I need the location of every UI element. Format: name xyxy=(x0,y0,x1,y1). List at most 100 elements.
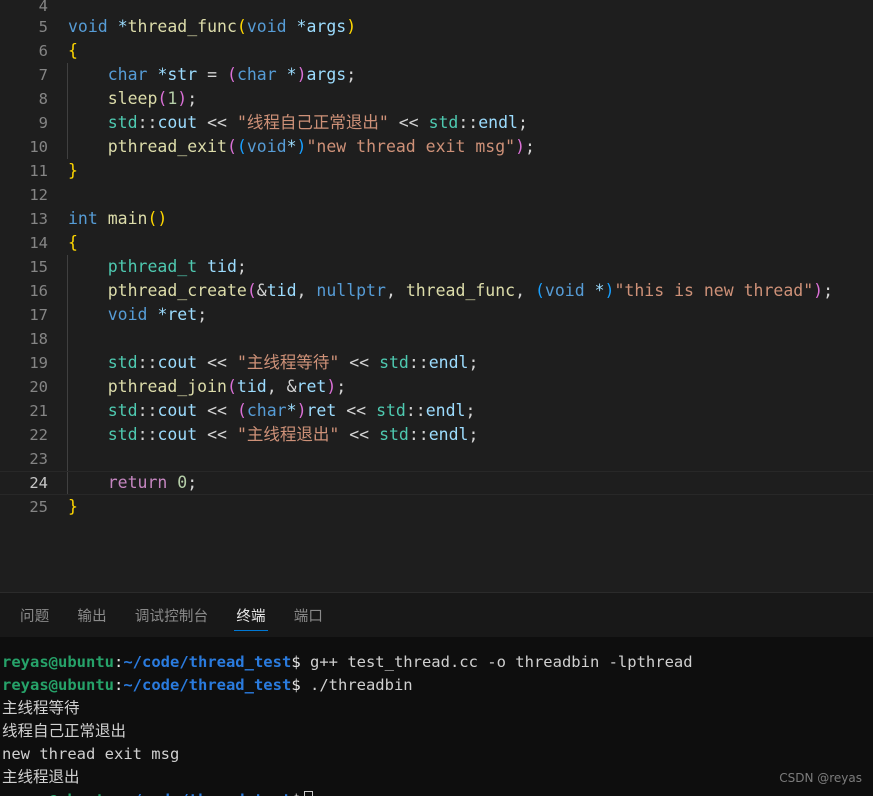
code-line[interactable]: 18 xyxy=(0,327,873,351)
terminal-output[interactable]: reyas@ubuntu:~/code/thread_test$ g++ tes… xyxy=(0,637,873,796)
code-line[interactable]: 17 void *ret; xyxy=(0,303,873,327)
terminal-path: ~/code/thread_test xyxy=(123,791,291,796)
code-line-current[interactable]: 24 return 0; xyxy=(0,471,873,495)
line-number: 22 xyxy=(29,426,48,444)
line-number: 9 xyxy=(38,114,48,132)
terminal-output-line: 主线程等待 xyxy=(2,699,80,717)
line-number: 16 xyxy=(29,282,48,300)
line-content: std::cout << "线程自己正常退出" << std::endl; xyxy=(107,113,528,132)
line-number: 24 xyxy=(29,474,48,492)
tab-debug-console[interactable]: 调试控制台 xyxy=(121,593,223,637)
line-content: { xyxy=(68,41,78,60)
line-number: 18 xyxy=(29,330,48,348)
line-number: 5 xyxy=(38,18,48,36)
line-content: char *str = (char *)args; xyxy=(107,65,357,84)
line-content: std::cout << "主线程退出" << std::endl; xyxy=(107,425,479,444)
tab-label: 输出 xyxy=(77,608,107,625)
code-editor[interactable]: 4 5 void *thread_func(void *args) 6 { 7 … xyxy=(0,0,873,592)
line-content: std::cout << "主线程等待" << std::endl; xyxy=(107,353,479,372)
panel-tab-bar[interactable]: 问题 输出 调试控制台 终端 端口 xyxy=(0,593,873,637)
code-line[interactable]: 6 { xyxy=(0,39,873,63)
bottom-panel: 问题 输出 调试控制台 终端 端口 reyas@ubuntu:~/code/th… xyxy=(0,592,873,796)
tab-active-underline xyxy=(234,629,268,631)
line-number: 4 xyxy=(38,0,48,15)
line-number: 8 xyxy=(38,90,48,108)
code-line[interactable]: 11 } xyxy=(0,159,873,183)
code-line[interactable]: 25 } xyxy=(0,495,873,519)
line-number: 21 xyxy=(29,402,48,420)
line-content: sleep(1); xyxy=(107,89,198,108)
terminal-colon: : xyxy=(113,653,124,671)
line-number: 7 xyxy=(38,66,48,84)
terminal-colon: : xyxy=(114,791,123,796)
line-content: std::cout << (char*)ret << std::endl; xyxy=(107,401,476,420)
line-content: int main() xyxy=(68,209,168,228)
code-line[interactable]: 13 int main() xyxy=(0,207,873,231)
code-lines-container[interactable]: 4 5 void *thread_func(void *args) 6 { 7 … xyxy=(0,0,873,519)
terminal-prompt-line: reyas@ubuntu:~/code/thread_test$ ./threa… xyxy=(2,674,873,697)
code-line[interactable]: 14 { xyxy=(0,231,873,255)
line-content: return 0; xyxy=(107,473,198,492)
terminal-user-host: reyas@ubuntu xyxy=(2,676,114,694)
line-number: 6 xyxy=(38,42,48,60)
line-content: } xyxy=(68,497,78,516)
terminal-path: ~/code/thread_test xyxy=(123,676,292,694)
code-line[interactable]: 15 pthread_t tid; xyxy=(0,255,873,279)
terminal-dollar: $ xyxy=(291,791,300,796)
terminal-output-line: 主线程退出 xyxy=(2,768,80,786)
code-line[interactable]: 20 pthread_join(tid, &ret); xyxy=(0,375,873,399)
code-line[interactable]: 7 char *str = (char *)args; xyxy=(0,63,873,87)
terminal-user-host: reyas@ubuntu xyxy=(2,791,114,796)
line-number: 12 xyxy=(29,186,48,204)
line-number: 20 xyxy=(29,378,48,396)
code-line[interactable]: 10 pthread_exit((void*)"new thread exit … xyxy=(0,135,873,159)
tab-label: 问题 xyxy=(20,608,50,625)
terminal-prompt-line-active[interactable]: reyas@ubuntu:~/code/thread_test$ xyxy=(2,789,873,796)
terminal-output-line: new thread exit msg xyxy=(2,745,180,763)
code-line[interactable]: 4 xyxy=(0,0,873,15)
tab-terminal[interactable]: 终端 xyxy=(222,593,279,637)
line-number: 25 xyxy=(29,498,48,516)
line-content: pthread_t tid; xyxy=(107,257,247,276)
line-content: pthread_create(&tid, nullptr, thread_fun… xyxy=(107,281,834,300)
vscode-window: 4 5 void *thread_func(void *args) 6 { 7 … xyxy=(0,0,873,796)
terminal-path: ~/code/thread_test xyxy=(123,653,292,671)
tab-label: 端口 xyxy=(293,608,324,625)
terminal-command: g++ test_thread.cc -o threadbin -lpthrea… xyxy=(300,653,693,671)
tab-label: 调试控制台 xyxy=(134,608,209,625)
code-line[interactable]: 12 xyxy=(0,183,873,207)
line-number: 11 xyxy=(29,162,48,180)
line-content: pthread_join(tid, &ret); xyxy=(107,377,347,396)
line-content: void *ret; xyxy=(107,305,208,324)
code-line[interactable]: 23 xyxy=(0,447,873,471)
code-line[interactable]: 19 std::cout << "主线程等待" << std::endl; xyxy=(0,351,873,375)
code-line[interactable]: 16 pthread_create(&tid, nullptr, thread_… xyxy=(0,279,873,303)
tab-output[interactable]: 输出 xyxy=(63,593,120,637)
terminal-cursor xyxy=(303,791,313,796)
terminal-user-host: reyas@ubuntu xyxy=(2,653,114,671)
line-content: { xyxy=(68,233,78,252)
line-number: 13 xyxy=(29,210,48,228)
code-line[interactable]: 5 void *thread_func(void *args) xyxy=(0,15,873,39)
code-line[interactable]: 22 std::cout << "主线程退出" << std::endl; xyxy=(0,423,873,447)
line-number: 17 xyxy=(29,306,48,324)
line-number: 23 xyxy=(29,450,48,468)
tab-problems[interactable]: 问题 xyxy=(6,593,63,637)
line-number: 14 xyxy=(29,234,48,252)
line-content: void *thread_func(void *args) xyxy=(68,17,357,36)
code-line[interactable]: 9 std::cout << "线程自己正常退出" << std::endl; xyxy=(0,111,873,135)
code-line[interactable]: 21 std::cout << (char*)ret << std::endl; xyxy=(0,399,873,423)
line-number: 10 xyxy=(29,138,48,156)
terminal-output-line: 线程自己正常退出 xyxy=(2,722,127,740)
line-number: 19 xyxy=(29,354,48,372)
terminal-colon: : xyxy=(113,676,124,694)
terminal-prompt-line: reyas@ubuntu:~/code/thread_test$ g++ tes… xyxy=(2,651,873,674)
code-line[interactable]: 8 sleep(1); xyxy=(0,87,873,111)
tab-ports[interactable]: 端口 xyxy=(280,593,337,637)
terminal-dollar: $ xyxy=(291,676,301,694)
line-content: } xyxy=(68,161,78,180)
line-content: pthread_exit((void*)"new thread exit msg… xyxy=(107,137,535,156)
terminal-dollar: $ xyxy=(291,653,301,671)
tab-label: 终端 xyxy=(236,608,266,625)
line-number: 15 xyxy=(29,258,48,276)
